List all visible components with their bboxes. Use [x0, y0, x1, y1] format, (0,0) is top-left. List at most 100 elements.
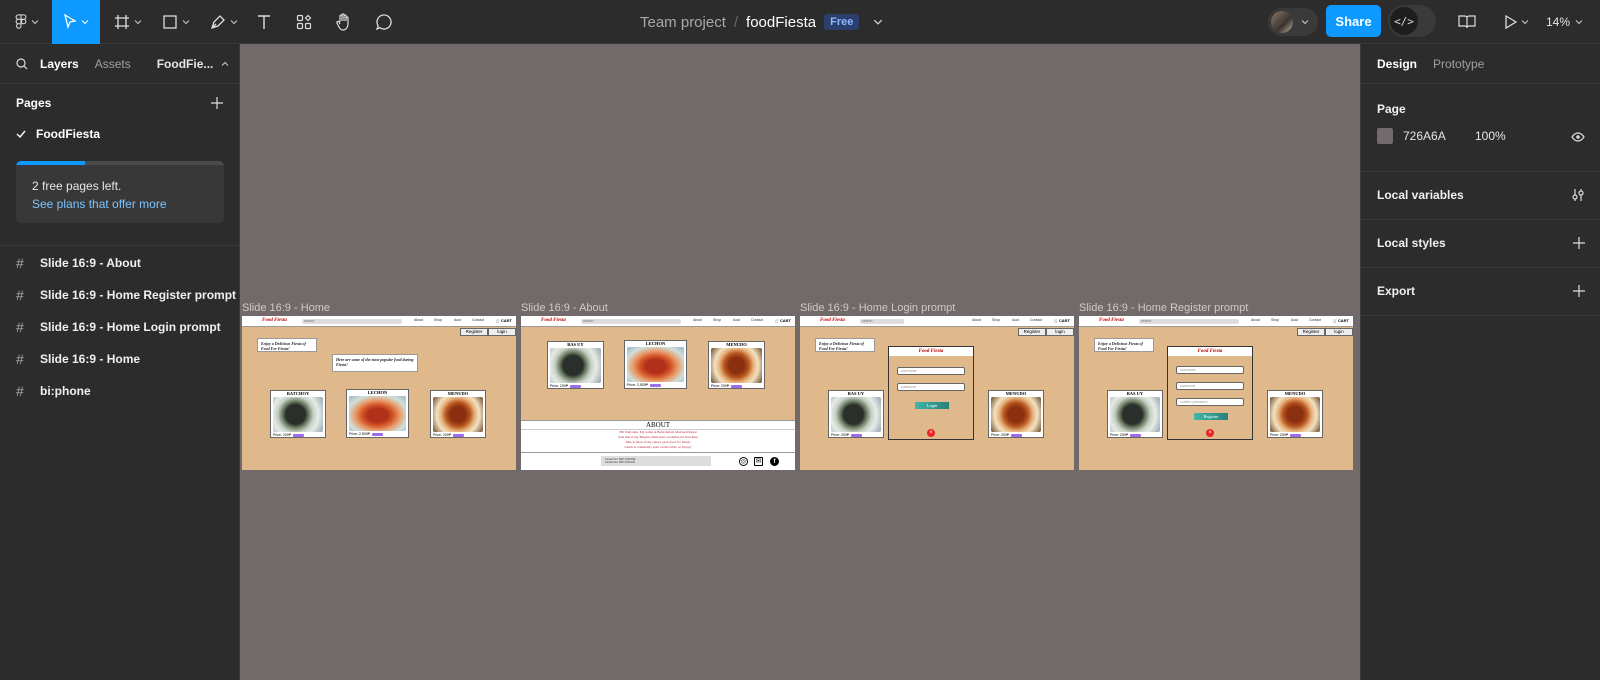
- dev-mode-toggle[interactable]: </>: [1388, 5, 1436, 37]
- components-tool-button[interactable]: [292, 0, 316, 44]
- food-image: [991, 397, 1041, 432]
- nav-link: Shop: [434, 318, 443, 322]
- zoom-menu[interactable]: 14%: [1546, 0, 1583, 44]
- page-selector[interactable]: FoodFie...: [157, 57, 229, 71]
- food-image: [349, 396, 406, 431]
- tab-layers[interactable]: Layers: [40, 57, 79, 71]
- text-tool-button[interactable]: [252, 0, 276, 44]
- file-title: Team project / foodFiesta Free: [640, 0, 883, 44]
- layer-row[interactable]: # bi:phone: [16, 383, 91, 399]
- hero-text: Enjoy a Delicious Fiesta of Food For Fie…: [1094, 338, 1154, 352]
- pen-tool-button[interactable]: [206, 0, 242, 44]
- tab-assets[interactable]: Assets: [95, 57, 131, 71]
- food-card: LECHON Price: 2,500₱: [346, 389, 409, 438]
- site-navbar: Food Fiesta search About Shop Aout Conta…: [242, 316, 516, 327]
- buy-button: [293, 433, 305, 437]
- close-icon: ×: [927, 429, 935, 437]
- frame-login[interactable]: Food Fiesta search About Shop Aout Conta…: [800, 316, 1074, 470]
- export-section[interactable]: Export: [1361, 268, 1600, 316]
- plus-icon[interactable]: [1573, 237, 1585, 249]
- move-tool-button[interactable]: [52, 0, 100, 44]
- tab-prototype[interactable]: Prototype: [1433, 57, 1484, 71]
- nav-link: Aout: [733, 318, 741, 322]
- page-color-row[interactable]: 726A6A 100%: [1377, 128, 1506, 144]
- see-plans-link[interactable]: See plans that offer more: [16, 193, 224, 211]
- food-price: Price: 200₱: [550, 384, 569, 388]
- local-styles-section[interactable]: Local styles: [1361, 220, 1600, 268]
- eye-icon[interactable]: [1571, 132, 1585, 142]
- frame-tool-button[interactable]: [110, 0, 146, 44]
- modal-input: password: [897, 383, 965, 391]
- text-icon: [258, 15, 270, 29]
- buy-button: [453, 433, 465, 437]
- buy-button: [1290, 433, 1302, 437]
- nav-link: About: [414, 318, 424, 322]
- tab-design[interactable]: Design: [1377, 57, 1417, 71]
- page-item-foodfiesta[interactable]: FoodFiesta: [16, 127, 100, 141]
- promo-title: 2 free pages left.: [32, 179, 122, 193]
- search-icon[interactable]: [16, 57, 28, 70]
- food-price-row: Price: 200₱: [431, 432, 485, 438]
- user-avatar-menu[interactable]: [1268, 8, 1318, 36]
- frame-home[interactable]: Food Fiesta search About Shop Aout Conta…: [242, 316, 516, 470]
- left-panel-tabs: Layers Assets FoodFie...: [0, 44, 239, 84]
- chevron-down-icon[interactable]: [873, 17, 883, 27]
- zoom-level: 14%: [1546, 15, 1571, 29]
- food-card: MENUDO Price: 200₱: [430, 390, 486, 438]
- local-variables-section[interactable]: Local variables: [1361, 172, 1600, 220]
- food-image: [550, 348, 601, 383]
- nav-link: Contact: [1309, 318, 1322, 322]
- comment-tool-button[interactable]: [372, 0, 396, 44]
- frame-label[interactable]: Slide 16:9 - Home: [242, 302, 330, 314]
- variables-icon[interactable]: [1571, 188, 1585, 202]
- share-button[interactable]: Share: [1326, 5, 1381, 37]
- upgrade-promo: 2 free pages left. See plans that offer …: [16, 161, 224, 223]
- site-register-button: Register: [460, 328, 488, 336]
- contact-box: Contact No: 0967-AFKDNE Contact No: 0967…: [601, 456, 711, 466]
- frame-icon: #: [16, 383, 24, 399]
- layer-row[interactable]: # Slide 16:9 - Home Register prompt: [16, 287, 236, 303]
- frame-register[interactable]: Food Fiesta search About Shop Aout Conta…: [1079, 316, 1353, 470]
- shape-tool-button[interactable]: [158, 0, 194, 44]
- plus-icon[interactable]: [1573, 285, 1585, 297]
- chevron-down-icon: [182, 20, 190, 25]
- frame-about[interactable]: Food Fiesta search About Shop Aout Conta…: [521, 316, 795, 470]
- pages-heading: Pages: [16, 96, 52, 110]
- chevron-down-icon: [81, 20, 89, 25]
- page-color-value[interactable]: 726A6A: [1403, 129, 1475, 143]
- food-price-row: Price: 200₱: [709, 383, 764, 389]
- layer-row[interactable]: # Slide 16:9 - Home: [16, 351, 140, 367]
- food-price: Price: 200₱: [711, 384, 730, 388]
- close-icon: ×: [1206, 429, 1214, 437]
- color-swatch[interactable]: [1377, 128, 1393, 144]
- frame-label[interactable]: Slide 16:9 - About: [521, 302, 608, 314]
- layer-row[interactable]: # Slide 16:9 - About: [16, 255, 141, 271]
- site-cart: 🛒CART: [1053, 318, 1070, 323]
- page-item-label: FoodFiesta: [36, 127, 101, 141]
- present-button[interactable]: [1500, 0, 1534, 44]
- frame-label[interactable]: Slide 16:9 - Home Login prompt: [800, 302, 955, 314]
- design-canvas[interactable]: Slide 16:9 - Home Food Fiesta search Abo…: [240, 44, 1360, 680]
- site-navbar: Food Fiesta search About Shop Aout Conta…: [800, 316, 1074, 327]
- library-button[interactable]: [1454, 0, 1480, 44]
- site-navbar: Food Fiesta search About Shop Aout Conta…: [521, 316, 795, 327]
- project-name[interactable]: Team project: [640, 14, 726, 31]
- layer-label: Slide 16:9 - Home Login prompt: [40, 320, 221, 334]
- buy-button: [372, 432, 384, 436]
- mail-icon: ✉: [754, 457, 763, 466]
- food-card: MENUDO Price: 200₱: [1267, 390, 1323, 438]
- food-price: Price: 200₱: [273, 433, 292, 437]
- frame-icon: #: [16, 351, 24, 367]
- site-search: search: [1139, 319, 1239, 324]
- buy-button: [650, 383, 662, 387]
- frame-label[interactable]: Slide 16:9 - Home Register prompt: [1079, 302, 1248, 314]
- file-name[interactable]: foodFiesta: [746, 14, 816, 31]
- main-menu-button[interactable]: [12, 0, 42, 44]
- layer-row[interactable]: # Slide 16:9 - Home Login prompt: [16, 319, 221, 335]
- hand-tool-button[interactable]: [332, 0, 356, 44]
- add-page-icon[interactable]: [211, 97, 223, 109]
- buy-button: [570, 384, 582, 388]
- section-heading: Export: [1377, 284, 1416, 298]
- food-card: BAS UY Price: 200₱: [828, 390, 884, 438]
- page-opacity-value[interactable]: 100%: [1475, 129, 1506, 143]
